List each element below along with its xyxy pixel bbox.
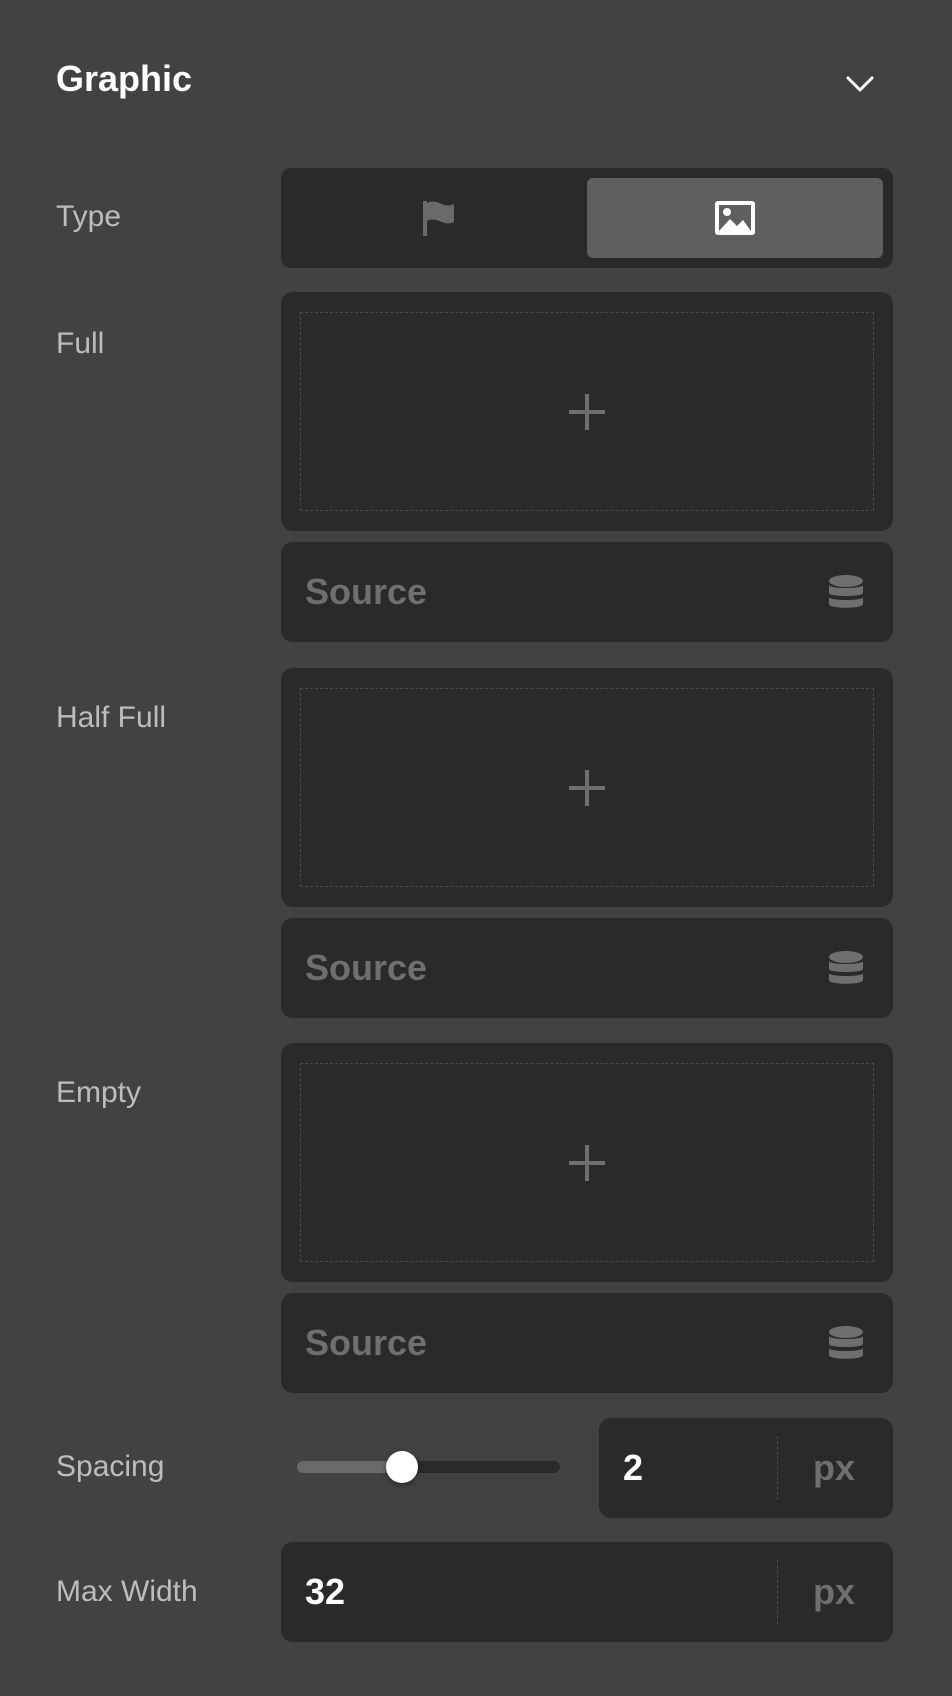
source-placeholder: Source — [305, 947, 428, 988]
panel-title: Graphic — [56, 58, 193, 99]
database-icon[interactable] — [827, 573, 865, 611]
empty-source-field[interactable]: Source — [281, 1293, 893, 1393]
source-placeholder: Source — [305, 571, 428, 612]
empty-image-dropzone — [281, 1043, 893, 1282]
max-width-unit[interactable]: px — [789, 1542, 879, 1642]
chevron-down-icon — [846, 76, 874, 92]
image-icon — [715, 201, 755, 235]
half-full-image-dropzone — [281, 668, 893, 907]
spacing-unit[interactable]: px — [789, 1418, 879, 1518]
database-icon[interactable] — [827, 949, 865, 987]
plus-icon — [569, 393, 605, 430]
flag-icon — [423, 201, 454, 236]
spacing-label: Spacing — [56, 1450, 165, 1483]
spacing-value: 2 — [623, 1447, 644, 1488]
spacing-slider-thumb[interactable] — [386, 1451, 419, 1483]
max-width-value: 32 — [305, 1571, 346, 1612]
type-option-icon[interactable] — [290, 178, 586, 258]
type-toggle — [281, 168, 893, 268]
type-label: Type — [56, 200, 122, 233]
add-full-image[interactable] — [300, 312, 874, 511]
plus-icon — [569, 1144, 605, 1181]
add-empty-image[interactable] — [300, 1063, 874, 1262]
empty-label: Empty — [56, 1076, 142, 1109]
collapse-button[interactable] — [838, 62, 882, 106]
type-option-image[interactable] — [587, 178, 883, 258]
half-full-source-field[interactable]: Source — [281, 918, 893, 1018]
spacing-slider[interactable] — [297, 1461, 560, 1473]
unit-divider — [777, 1436, 778, 1500]
full-source-field[interactable]: Source — [281, 542, 893, 642]
unit-divider — [777, 1560, 778, 1624]
database-icon[interactable] — [827, 1324, 865, 1362]
half-full-label: Half Full — [56, 701, 167, 734]
add-half-full-image[interactable] — [300, 688, 874, 887]
full-label: Full — [56, 327, 105, 360]
max-width-label: Max Width — [56, 1575, 198, 1608]
spacing-input[interactable]: 2 px — [599, 1418, 893, 1518]
max-width-input[interactable]: 32 px — [281, 1542, 893, 1642]
source-placeholder: Source — [305, 1322, 428, 1363]
full-image-dropzone — [281, 292, 893, 531]
plus-icon — [569, 769, 605, 806]
